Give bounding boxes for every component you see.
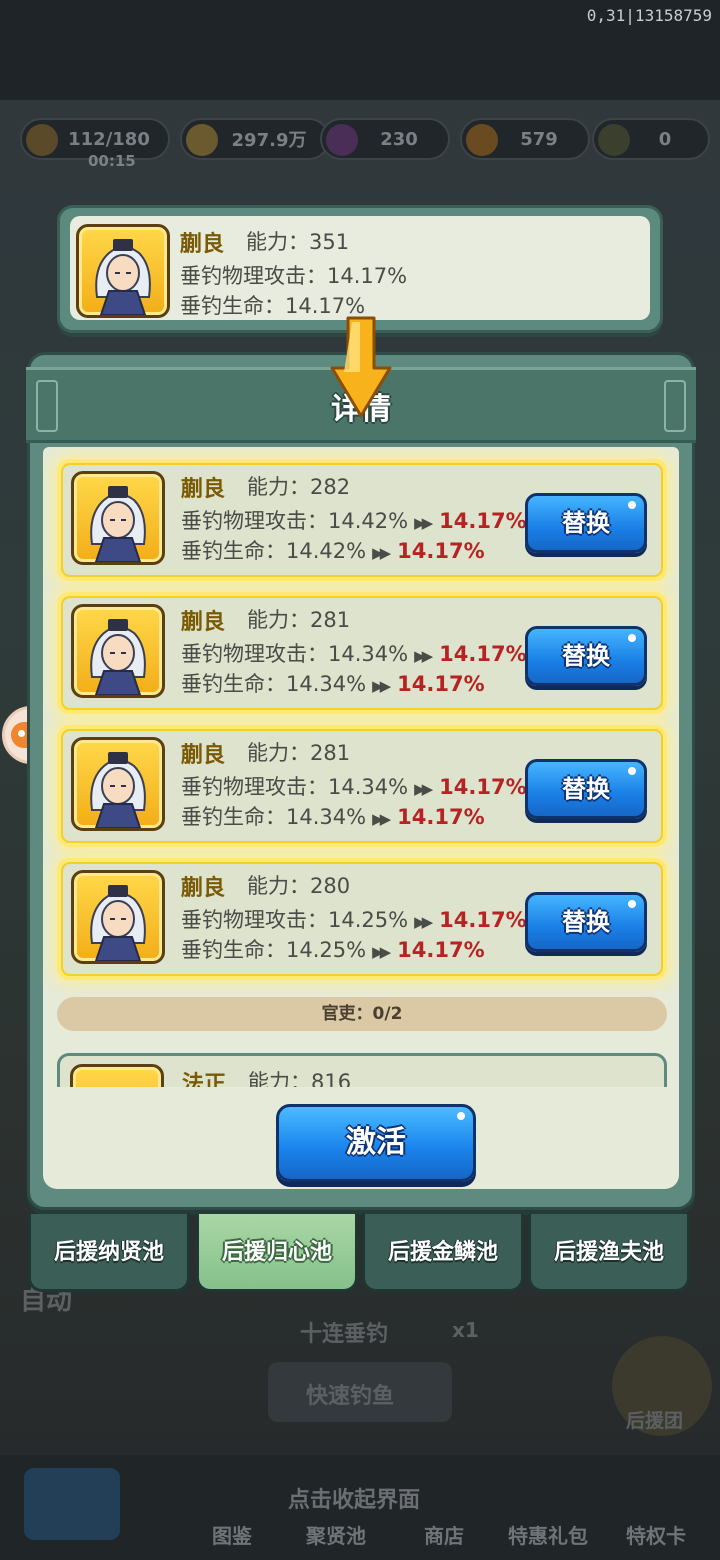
collapse-hint[interactable]: 点击收起界面 <box>288 1482 420 1514</box>
rod-icon <box>598 124 630 156</box>
officer-portrait-icon <box>71 870 165 964</box>
down-arrow-icon <box>330 316 392 418</box>
section-divider: 官吏：0/2 <box>57 997 667 1031</box>
candidate-name: 蒯良 <box>181 610 226 635</box>
candidate-stat-attack: 垂钓物理攻击：14.34% ▶▶ 14.17% <box>181 642 527 666</box>
candidate-stat-attack: 垂钓物理攻击：14.42% ▶▶ 14.17% <box>181 509 527 533</box>
candidate-stat-hp: 垂钓生命：14.25% ▶▶ 14.17% <box>181 938 485 962</box>
tab-loyalty-pool[interactable]: 后援归心池 <box>196 1214 358 1292</box>
candidate-card: 蒯良 能力：282 垂钓物理攻击：14.42% ▶▶ 14.17% 垂钓生命：14.… <box>57 459 667 581</box>
candidate-card-partial: 法正 能力：816 <box>57 1053 667 1087</box>
stamina-icon <box>26 124 58 156</box>
support-team-label: 后援团 <box>626 1410 684 1432</box>
detail-panel: 详情 蒯良 能力：282 <box>26 352 696 1210</box>
tab-recruit-pool[interactable]: 后援纳贤池 <box>28 1214 190 1292</box>
debug-id: 0,31|13158759 <box>586 6 712 25</box>
replace-button[interactable]: 替换 <box>525 626 647 686</box>
replace-button[interactable]: 替换 <box>525 493 647 553</box>
candidate-name: 蒯良 <box>181 743 226 768</box>
officer-portrait-icon <box>70 1064 164 1087</box>
candidate-stat-attack: 垂钓物理攻击：14.25% ▶▶ 14.17% <box>181 908 527 932</box>
item3-resource: 230 <box>320 118 450 160</box>
officer-portrait-icon <box>71 604 165 698</box>
candidate-power: 能力：282 <box>247 475 351 499</box>
candidate-power: 能力：281 <box>247 608 351 632</box>
tab-golden-scale-pool[interactable]: 后援金鳞池 <box>362 1214 524 1292</box>
arrow-icon: ▶▶ <box>414 913 433 931</box>
item5-resource: 0 <box>592 118 710 160</box>
replace-button[interactable]: 替换 <box>525 759 647 819</box>
grape-icon <box>326 124 358 156</box>
officer-portrait-icon <box>71 737 165 831</box>
nav-privilege-card[interactable]: 特权卡 <box>626 1520 686 1549</box>
coins-resource: 297.9万 <box>180 118 330 160</box>
nav-gift-pack[interactable]: 特惠礼包 <box>508 1520 588 1549</box>
officer-portrait-icon <box>76 224 170 318</box>
candidate-power: 能力：281 <box>247 741 351 765</box>
candidate-name: 蒯良 <box>181 477 226 502</box>
candidate-stat-hp: 垂钓生命：14.34% ▶▶ 14.17% <box>181 672 485 696</box>
current-stat-attack: 垂钓物理攻击：14.17% <box>180 264 408 288</box>
activate-button[interactable]: 激活 <box>276 1104 476 1182</box>
back-button[interactable] <box>24 1468 120 1540</box>
current-officer-name: 蒯良 <box>180 232 225 257</box>
nav-recruit[interactable]: 聚贤池 <box>306 1520 366 1549</box>
candidate-stat-attack: 垂钓物理攻击：14.34% ▶▶ 14.17% <box>181 775 527 799</box>
current-officer-power: 能力：351 <box>246 230 350 254</box>
arrow-icon: ▶▶ <box>372 544 391 562</box>
candidate-power: 能力：816 <box>248 1070 352 1087</box>
item4-resource: 579 <box>460 118 590 160</box>
ten-fish-count: x1 <box>452 1318 479 1342</box>
stamina-timer: 00:15 <box>88 152 136 170</box>
candidate-stat-hp: 垂钓生命：14.42% ▶▶ 14.17% <box>181 539 485 563</box>
arrow-icon: ▶▶ <box>414 514 433 532</box>
nav-shop[interactable]: 商店 <box>424 1520 464 1549</box>
arrow-icon: ▶▶ <box>414 780 433 798</box>
panel-body: 蒯良 能力：282 垂钓物理攻击：14.42% ▶▶ 14.17% 垂钓生命：14.… <box>43 447 679 1189</box>
ten-fish-label: 十连垂钓 <box>300 1322 389 1347</box>
current-officer-card: 蒯良 能力：351 垂钓物理攻击：14.17% 垂钓生命：14.17% <box>57 205 663 333</box>
bait-icon <box>466 124 498 156</box>
arrow-icon: ▶▶ <box>414 647 433 665</box>
officer-portrait-icon <box>71 471 165 565</box>
tab-fisherman-pool[interactable]: 后援渔夫池 <box>528 1214 690 1292</box>
arrow-icon: ▶▶ <box>372 810 391 828</box>
candidate-stat-hp: 垂钓生命：14.34% ▶▶ 14.17% <box>181 805 485 829</box>
quick-fish-label: 快速钓鱼 <box>306 1384 395 1409</box>
candidate-card: 蒯良 能力：280 垂钓物理攻击：14.25% ▶▶ 14.17% 垂钓生命：14.… <box>57 858 667 980</box>
arrow-icon: ▶▶ <box>372 943 391 961</box>
candidate-list[interactable]: 蒯良 能力：282 垂钓物理攻击：14.42% ▶▶ 14.17% 垂钓生命：14.… <box>43 447 679 1087</box>
candidate-power: 能力：280 <box>247 874 351 898</box>
arrow-icon: ▶▶ <box>372 677 391 695</box>
nav-codex[interactable]: 图鉴 <box>212 1520 252 1549</box>
candidate-name: 法正 <box>182 1072 227 1087</box>
candidate-name: 蒯良 <box>181 876 226 901</box>
coin-icon <box>186 124 218 156</box>
replace-button[interactable]: 替换 <box>525 892 647 952</box>
candidate-card: 蒯良 能力：281 垂钓物理攻击：14.34% ▶▶ 14.17% 垂钓生命：14.… <box>57 592 667 714</box>
candidate-card: 蒯良 能力：281 垂钓物理攻击：14.34% ▶▶ 14.17% 垂钓生命：14.… <box>57 725 667 847</box>
